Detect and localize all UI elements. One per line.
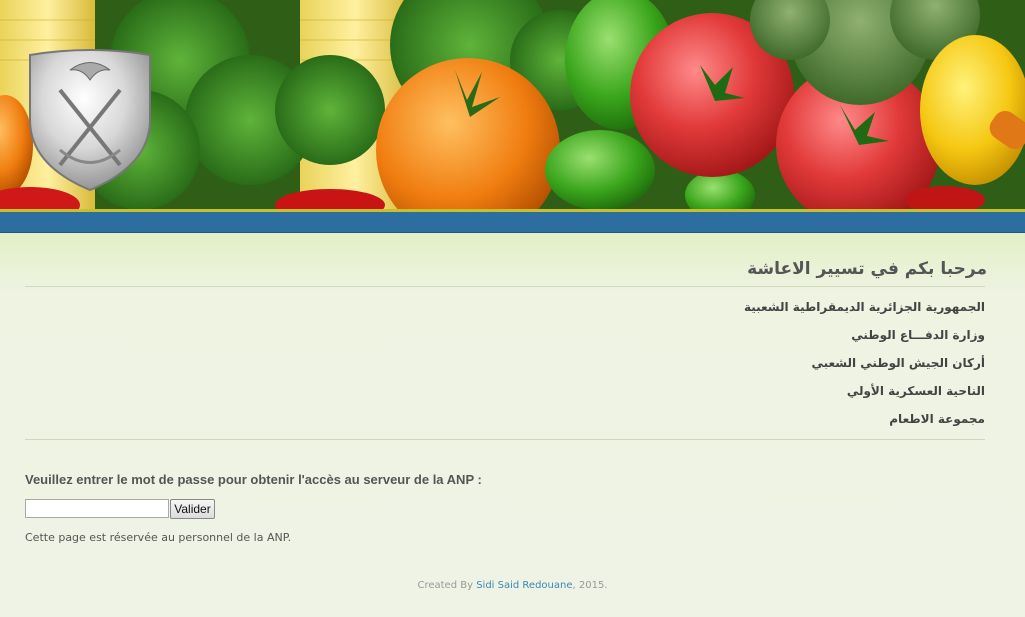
organization-line: الناحية العسكرية الأولي bbox=[846, 384, 985, 398]
footer: Created By Sidi Said Redouane, 2015. bbox=[0, 580, 1025, 591]
organization-line: الجمهورية الجزائرية الديمقراطية الشعبية bbox=[743, 300, 985, 314]
organization-line: مجموعة الاطعام bbox=[889, 412, 985, 426]
submit-button[interactable]: Valider bbox=[170, 499, 215, 519]
header-nav-band bbox=[0, 212, 1025, 233]
password-input[interactable] bbox=[25, 499, 169, 518]
divider bbox=[25, 439, 985, 440]
footer-suffix: , 2015. bbox=[572, 580, 608, 591]
footer-prefix: Created By bbox=[417, 580, 477, 591]
divider bbox=[25, 286, 985, 287]
header-banner bbox=[0, 0, 1025, 210]
password-prompt: Veuillez entrer le mot de passe pour obt… bbox=[25, 472, 482, 487]
author-link[interactable]: Sidi Said Redouane bbox=[476, 580, 572, 591]
vegetables-banner bbox=[0, 0, 1025, 210]
page-title: مرحبا بكم في تسيير الاعاشة bbox=[747, 259, 987, 279]
main-content: مرحبا بكم في تسيير الاعاشة الجمهورية الج… bbox=[0, 233, 1025, 617]
access-note: Cette page est réservée au personnel de … bbox=[25, 531, 292, 544]
organization-line: أركان الجيش الوطني الشعبي bbox=[811, 356, 985, 370]
organization-line: وزارة الدفـــاع الوطني bbox=[851, 328, 985, 342]
